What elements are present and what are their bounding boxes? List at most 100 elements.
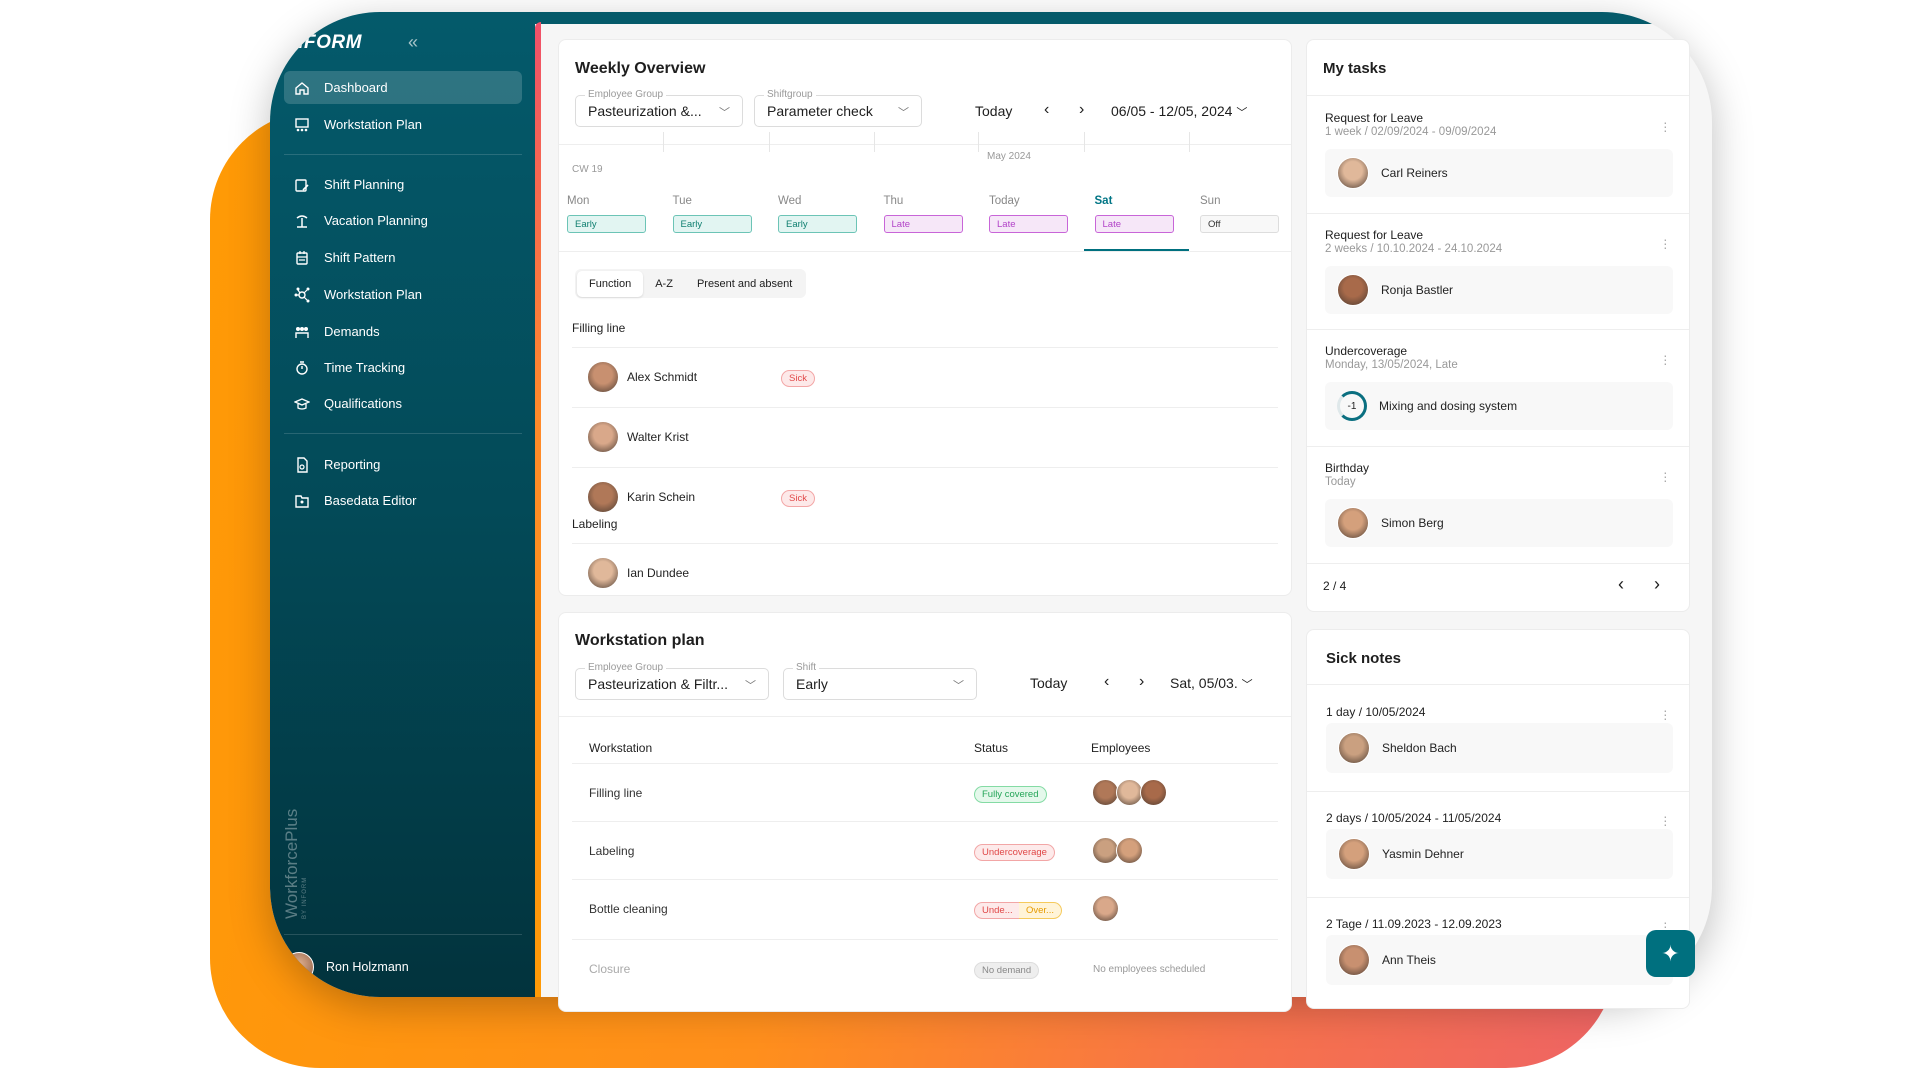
- chevron-down-icon: ﹀: [719, 107, 730, 119]
- employee-name: Alex Schmidt: [627, 370, 698, 384]
- task-item[interactable]: Request for Leave 2 weeks / 10.10.2024 - …: [1307, 213, 1689, 329]
- employee-group-select[interactable]: Employee Group Pasteurization & Filtr... ﹀: [575, 662, 769, 700]
- sidebar-item-reporting[interactable]: Reporting: [284, 448, 522, 481]
- employee-avatars[interactable]: [1092, 837, 1143, 869]
- day-column-sun[interactable]: Sun Off: [1200, 190, 1291, 250]
- workstation-name[interactable]: Bottle cleaning: [589, 902, 668, 916]
- card-title: My tasks: [1323, 60, 1387, 77]
- chevron-down-icon: ﹀: [745, 680, 756, 692]
- sidebar-item-shift-planning[interactable]: Shift Planning: [284, 168, 522, 201]
- employee-group-select[interactable]: Employee Group Pasteurization &... ﹀: [575, 89, 743, 127]
- employee-row[interactable]: Ian Dundee: [587, 557, 689, 589]
- more-options-icon[interactable]: ···: [1663, 465, 1668, 487]
- sick-note-item[interactable]: 1 day / 10/05/2024 · · · Sheldon Bach: [1307, 685, 1689, 791]
- more-options-icon[interactable]: ···: [1663, 348, 1668, 370]
- brand-wordmark: WorkforcePlus BY INFORM: [282, 809, 312, 919]
- day-name: Wed: [778, 195, 802, 207]
- divider: [559, 716, 1291, 717]
- sidebar-item-workstation-plan[interactable]: Workstation Plan: [284, 108, 522, 141]
- next-day-icon[interactable]: ›: [1139, 673, 1144, 691]
- workstation-name[interactable]: Filling line: [589, 786, 642, 800]
- user-profile[interactable]: Ron Holzmann: [284, 952, 409, 982]
- shift-chip: Late: [989, 215, 1068, 233]
- more-options-icon[interactable]: ···: [1663, 232, 1668, 254]
- home-icon: [295, 81, 309, 95]
- next-week-icon[interactable]: ›: [1079, 101, 1084, 119]
- sidebar-item-demands[interactable]: Demands: [284, 315, 522, 348]
- employee-row[interactable]: Alex Schmidt: [587, 361, 697, 393]
- more-options-icon[interactable]: ···: [1663, 809, 1668, 831]
- sidebar-item-vacation-planning[interactable]: Vacation Planning: [284, 204, 522, 237]
- shift-chip: Early: [672, 215, 752, 233]
- task-person: Simon Berg: [1325, 498, 1673, 547]
- employee-name: Ian Dundee: [627, 566, 690, 580]
- ai-assistant-button[interactable]: ✦: [1646, 930, 1695, 977]
- sidebar-item-basedata-editor[interactable]: Basedata Editor: [284, 484, 522, 517]
- next-page-icon[interactable]: ›: [1654, 574, 1660, 595]
- divider: [572, 347, 1278, 348]
- employee-row[interactable]: Walter Krist: [587, 421, 689, 453]
- today-button[interactable]: Today: [975, 103, 1012, 119]
- shift-select[interactable]: Shift Early ﹀: [783, 662, 977, 700]
- task-item[interactable]: Undercoverage Monday, 13/05/2024, Late · · ·…: [1307, 329, 1689, 445]
- prev-page-icon[interactable]: ‹: [1618, 574, 1624, 595]
- calendar-week: CW 19: [572, 164, 603, 175]
- day-column-tue[interactable]: Tue Early: [672, 190, 773, 250]
- more-options-icon[interactable]: ···: [1663, 115, 1668, 137]
- sidebar-item-label: Demands: [324, 324, 380, 339]
- sidebar-item-shift-pattern[interactable]: Shift Pattern: [284, 241, 522, 274]
- divider: [572, 763, 1278, 764]
- avatar: [587, 421, 619, 453]
- status-badge: Sick: [781, 370, 815, 387]
- workstation-name[interactable]: Closure: [589, 962, 630, 976]
- prev-day-icon[interactable]: ‹: [1104, 673, 1109, 691]
- sick-person: Yasmin Dehner: [1326, 829, 1673, 879]
- sort-option[interactable]: Present and absent: [685, 271, 804, 297]
- day-name: Tue: [672, 195, 692, 207]
- sidebar-item-time-tracking[interactable]: Time Tracking: [284, 351, 522, 384]
- avatar: [1338, 944, 1370, 976]
- prev-week-icon[interactable]: ‹: [1044, 101, 1049, 119]
- sick-note-item[interactable]: 2 Tage / 11.09.2023 - 12.09.2023···Ann T…: [1307, 897, 1689, 1003]
- sort-option[interactable]: A-Z: [643, 271, 685, 297]
- sidebar-item-qualifications[interactable]: Qualifications: [284, 387, 522, 420]
- task-item[interactable]: Birthday Today · · · Simon Berg: [1307, 446, 1689, 562]
- today-button[interactable]: Today: [1030, 675, 1067, 691]
- divider: [572, 407, 1278, 408]
- sidebar-item-label: Basedata Editor: [324, 493, 417, 508]
- select-value: Early: [796, 676, 828, 692]
- workstation-name[interactable]: Labeling: [589, 844, 634, 858]
- day-separator: [663, 132, 664, 152]
- day-column-mon[interactable]: Mon Early: [567, 190, 667, 250]
- week-range-select[interactable]: 06/05 - 12/05, 2024 ﹀: [1111, 103, 1247, 120]
- day-column-wed[interactable]: Wed Early: [778, 190, 878, 250]
- more-options-icon[interactable]: ···: [1663, 703, 1668, 725]
- window-top-edge: [535, 12, 1712, 24]
- day-column-today[interactable]: Today Late: [989, 190, 1089, 250]
- avatar: [1337, 157, 1369, 189]
- avatar: [1140, 779, 1167, 806]
- avatar: [1337, 506, 1369, 539]
- employee-avatars[interactable]: [1092, 895, 1119, 927]
- collapse-sidebar-icon[interactable]: «: [408, 32, 418, 53]
- employee-avatars[interactable]: [1092, 779, 1167, 811]
- task-person: Carl Reiners: [1325, 149, 1673, 197]
- date-select[interactable]: Sat, 05/03. ﹀: [1170, 675, 1253, 692]
- sick-note-item[interactable]: 2 days / 10/05/2024 - 11/05/2024 · · · Yasmi…: [1307, 791, 1689, 897]
- coverage-gauge: -1: [1337, 391, 1367, 421]
- sidebar-item-workstation-plan[interactable]: Workstation Plan: [284, 278, 522, 311]
- sidebar-item-dashboard[interactable]: Dashboard: [284, 71, 522, 104]
- day-name: Today: [989, 195, 1020, 207]
- day-column-sat[interactable]: Sat Late: [1094, 190, 1195, 250]
- shiftgroup-select[interactable]: Shiftgroup Parameter check ﹀: [754, 89, 922, 127]
- workstation-icon: [295, 117, 309, 131]
- brand-name: WorkforcePlus: [282, 808, 301, 919]
- divider: [572, 879, 1278, 880]
- network-icon: [294, 287, 310, 302]
- sort-option[interactable]: Function: [577, 270, 644, 297]
- day-column-thu[interactable]: Thu Late: [883, 190, 984, 250]
- task-item[interactable]: Request for Leave 1 week / 02/09/2024 - 0…: [1307, 96, 1689, 212]
- employee-row[interactable]: Karin Schein: [587, 481, 695, 513]
- field-label: Employee Group: [585, 89, 667, 100]
- avatar: [1092, 837, 1119, 864]
